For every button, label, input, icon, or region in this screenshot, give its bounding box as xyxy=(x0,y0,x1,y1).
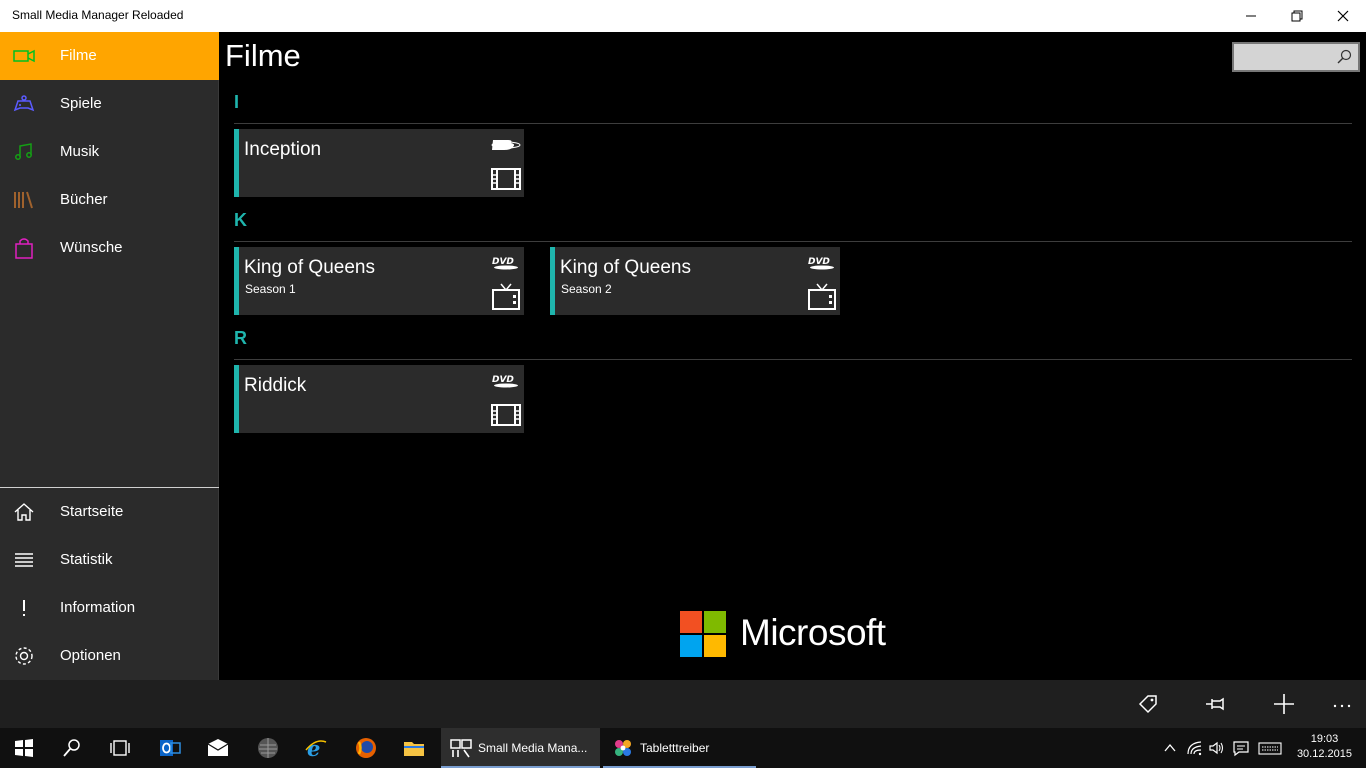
gamepad-icon xyxy=(13,95,35,112)
search-icon[interactable] xyxy=(60,736,84,760)
gear-icon xyxy=(15,647,33,665)
keyboard-icon[interactable] xyxy=(1258,739,1282,757)
tile-title: King of Queens xyxy=(560,257,691,278)
sidebar-item-label: Bücher xyxy=(60,191,108,208)
sidebar-item-buecher[interactable]: Bücher xyxy=(0,176,219,224)
small-media-manager-icon xyxy=(450,739,472,758)
tile-title: Inception xyxy=(244,139,322,160)
tile-title: King of Queens xyxy=(244,257,375,278)
sidebar-item-label: Information xyxy=(60,599,136,616)
shopping-bag-icon xyxy=(15,238,33,259)
dvd-icon: DVD xyxy=(492,257,518,270)
search-icon[interactable] xyxy=(1336,48,1354,66)
clock[interactable]: 19:03 30.12.2015 xyxy=(1297,732,1352,762)
group-divider xyxy=(234,359,1352,360)
film-strip-icon xyxy=(491,404,521,426)
tv-icon xyxy=(808,283,836,310)
sidebar-item-statistik[interactable]: Statistik xyxy=(0,536,219,584)
restore-button[interactable] xyxy=(1274,0,1320,32)
plus-icon[interactable] xyxy=(1272,692,1296,716)
globe-app-icon[interactable] xyxy=(256,736,280,760)
taskbar-task-tabletttreiber[interactable]: Tabletttreiber xyxy=(603,728,756,768)
chevron-up-icon[interactable] xyxy=(1161,739,1179,757)
mail-icon[interactable] xyxy=(206,736,230,760)
minimize-icon xyxy=(1246,15,1256,17)
sidebar-item-label: Musik xyxy=(60,143,100,160)
group-divider xyxy=(234,123,1352,124)
svg-text:DVD: DVD xyxy=(492,375,514,385)
tile-subtitle: Season 2 xyxy=(561,282,612,296)
window-title: Small Media Manager Reloaded xyxy=(12,8,184,22)
title-bar: Small Media Manager Reloaded xyxy=(0,0,1366,32)
music-note-icon xyxy=(15,143,32,160)
media-tile-inception[interactable]: Inception xyxy=(234,129,524,197)
svg-text:e: e xyxy=(307,736,320,760)
sidebar-item-optionen[interactable]: Optionen xyxy=(0,632,219,680)
sidebar-item-label: Wünsche xyxy=(60,239,123,256)
film-strip-icon xyxy=(491,168,521,190)
taskbar-task-label: Tabletttreiber xyxy=(640,741,710,755)
taskbar-task-label: Small Media Mana... xyxy=(478,741,588,755)
bluray-icon xyxy=(491,140,521,150)
file-explorer-icon[interactable] xyxy=(402,736,426,760)
sidebar-item-musik[interactable]: Musik xyxy=(0,128,219,176)
media-tile-king-of-queens-2[interactable]: King of Queens Season 2 DVD xyxy=(550,247,840,315)
internet-explorer-icon[interactable]: e xyxy=(304,736,328,760)
exclamation-icon xyxy=(23,600,25,616)
tablet-driver-icon xyxy=(615,740,631,756)
windows-start-icon[interactable] xyxy=(12,736,36,760)
restore-icon xyxy=(1291,10,1303,22)
app-bar xyxy=(0,680,1366,728)
clock-time: 19:03 xyxy=(1310,733,1339,745)
svg-text:DVD: DVD xyxy=(808,257,830,267)
page-title: Filme xyxy=(225,38,301,73)
media-tile-riddick[interactable]: Riddick DVD xyxy=(234,365,524,433)
sidebar-item-startseite[interactable]: Startseite xyxy=(0,488,219,536)
outlook-icon[interactable] xyxy=(158,736,182,760)
minimize-button[interactable] xyxy=(1228,0,1274,32)
tag-icon[interactable] xyxy=(1136,692,1160,716)
main-content: Filme I Inception K King of Queens Seaso… xyxy=(220,32,1366,680)
close-icon xyxy=(1337,10,1349,22)
close-button[interactable] xyxy=(1320,0,1366,32)
more-icon[interactable] xyxy=(1330,692,1354,716)
sidebar-item-label: Startseite xyxy=(60,503,124,520)
sidebar: Filme Spiele Musik Bücher Wünsche Starts… xyxy=(0,32,219,680)
sidebar-item-wuensche[interactable]: Wünsche xyxy=(0,224,219,272)
sidebar-item-spiele[interactable]: Spiele xyxy=(0,80,219,128)
action-center-icon[interactable] xyxy=(1232,739,1250,757)
taskbar: e Small Media Mana... Tabletttreiber 19:… xyxy=(0,728,1366,768)
sidebar-item-filme[interactable]: Filme xyxy=(0,32,219,80)
taskbar-task-small-media-manager[interactable]: Small Media Mana... xyxy=(441,728,600,768)
clock-date: 30.12.2015 xyxy=(1296,748,1352,760)
firefox-icon[interactable] xyxy=(354,736,378,760)
sidebar-item-label: Filme xyxy=(60,47,97,64)
home-icon xyxy=(14,503,34,521)
tile-title: Riddick xyxy=(244,375,307,396)
dvd-icon: DVD xyxy=(492,375,518,388)
dvd-icon: DVD xyxy=(808,257,834,270)
books-icon xyxy=(14,191,33,209)
tv-icon xyxy=(492,283,520,310)
group-header-k[interactable]: K xyxy=(234,210,247,231)
sidebar-item-label: Spiele xyxy=(60,95,102,112)
group-header-i[interactable]: I xyxy=(234,92,239,113)
list-icon xyxy=(15,553,33,567)
volume-icon[interactable] xyxy=(1208,739,1226,757)
search-input[interactable] xyxy=(1232,42,1360,72)
tile-subtitle: Season 1 xyxy=(245,282,296,296)
sidebar-item-label: Optionen xyxy=(60,647,121,664)
sidebar-item-label: Statistik xyxy=(60,551,113,568)
group-divider xyxy=(234,241,1352,242)
video-camera-icon xyxy=(13,49,35,63)
ad-banner-text[interactable]: Microsoft xyxy=(740,612,886,654)
sidebar-item-information[interactable]: Information xyxy=(0,584,219,632)
svg-text:DVD: DVD xyxy=(492,257,514,267)
media-tile-king-of-queens-1[interactable]: King of Queens Season 1 DVD xyxy=(234,247,524,315)
wifi-icon[interactable] xyxy=(1186,739,1204,757)
pin-icon[interactable] xyxy=(1204,692,1228,716)
group-header-r[interactable]: R xyxy=(234,328,247,349)
task-view-icon[interactable] xyxy=(108,736,132,760)
